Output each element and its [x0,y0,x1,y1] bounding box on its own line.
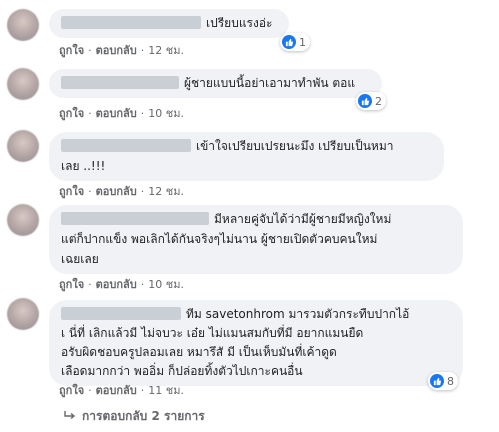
author-name-blurred[interactable] [61,307,181,320]
comment-text-line-2: เ นี่ที่ เลิกแล้วมี ไม่จบวะ เอ๋ย ไม่แมนส… [61,326,364,340]
like-reaction-icon [430,374,444,388]
comment-text-line-3: อรับผิดชอบครูปลอมเลย หมารึสั มี เป็นเห็บ… [61,345,337,359]
comment-text-line-1: มีหลายคู่จับได้ว่ามีผู้ชายมีหญิงใหม่ [214,212,392,226]
comment-actions: ถูกใจ · ตอบกลับ · 12 ชม. [59,44,184,57]
comment-text-line-1: ทีม savetonhrom มารวมตัวกระทืบปากไอ้ [186,307,410,321]
comment-bubble: ผู้ชายแบบนี้อย่าเอามาทำพัน ตอแ [49,69,382,98]
reaction-count[interactable]: 2 [356,92,386,110]
comment-text-line-1: เข้าใจเปรียบเปรยนะมึง เปรียบเป็นหมา [196,139,394,153]
comment-text: เปรียบแรงอ่ะ [206,16,273,30]
comment-text-line-2: เลย ..!!! [61,159,106,173]
timestamp[interactable]: 11 ชม. [148,384,184,397]
like-link[interactable]: ถูกใจ [59,278,84,291]
avatar[interactable] [7,298,39,330]
avatar[interactable] [7,204,39,236]
author-name-blurred[interactable] [61,139,191,152]
reply-link[interactable]: ตอบกลับ [96,107,137,120]
like-reaction-icon [358,94,372,108]
author-name-blurred[interactable] [61,76,179,89]
view-replies-link[interactable]: การตอบกลับ 2 รายการ [64,407,205,426]
reply-arrow-icon [64,410,76,424]
comment-text-line-4: เลือดมากกว่า พออิ่ม ก็ปล่อยทิ้งตัวไปเกาะ… [61,364,303,378]
avatar[interactable] [7,68,39,100]
reaction-count[interactable]: 1 [280,33,310,51]
timestamp[interactable]: 12 ชม. [148,44,184,57]
timestamp[interactable]: 10 ชม. [148,278,184,291]
reaction-count[interactable]: 8 [428,372,458,390]
comment-actions: ถูกใจ · ตอบกลับ · 10 ชม. [59,278,184,291]
avatar[interactable] [7,130,39,162]
like-reaction-icon [282,35,296,49]
like-link[interactable]: ถูกใจ [59,107,84,120]
comment-text: ผู้ชายแบบนี้อย่าเอามาทำพัน ตอแ [184,76,356,90]
view-replies-label: การตอบกลับ 2 รายการ [82,409,205,423]
comment-actions: ถูกใจ · ตอบกลับ · 11 ชม. [59,384,184,397]
author-name-blurred[interactable] [61,212,209,225]
comment-bubble: เข้าใจเปรียบเปรยนะมึง เปรียบเป็นหมา เลย … [49,132,444,181]
avatar[interactable] [7,9,39,41]
like-link[interactable]: ถูกใจ [59,185,84,198]
comment-bubble: ทีม savetonhrom มารวมตัวกระทืบปากไอ้ เ น… [49,300,463,386]
comment-actions: ถูกใจ · ตอบกลับ · 10 ชม. [59,107,184,120]
reply-link[interactable]: ตอบกลับ [96,384,137,397]
reply-link[interactable]: ตอบกลับ [96,278,137,291]
like-link[interactable]: ถูกใจ [59,44,84,57]
reply-link[interactable]: ตอบกลับ [96,44,137,57]
comment-actions: ถูกใจ · ตอบกลับ · 12 ชม. [59,185,184,198]
like-link[interactable]: ถูกใจ [59,384,84,397]
timestamp[interactable]: 12 ชม. [148,185,184,198]
comment-text-line-3: เฉยเลย [61,252,99,266]
timestamp[interactable]: 10 ชม. [148,107,184,120]
author-name-blurred[interactable] [61,16,201,29]
comment-bubble: เปรียบแรงอ่ะ [49,9,289,38]
comment-bubble: มีหลายคู่จับได้ว่ามีผู้ชายมีหญิงใหม่ แต่… [49,205,463,274]
reply-link[interactable]: ตอบกลับ [96,185,137,198]
comment-text-line-2: แต่ก็ปากแข็ง พอเลิกได้กันจริงๆไม่นาน ผู้… [61,232,378,246]
